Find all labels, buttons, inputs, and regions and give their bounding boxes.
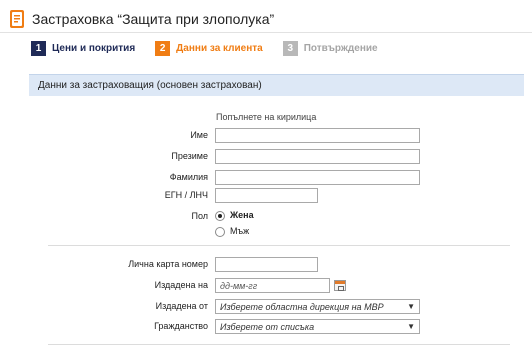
citizenship-row: Гражданство Изберете от списъка ▼: [0, 319, 532, 335]
sex-female-label[interactable]: Жена: [230, 210, 254, 220]
step-client-data: 2 Данни за клиента: [155, 41, 263, 56]
step-confirmation: 3 Потвърждение: [282, 41, 378, 56]
sex-male-label[interactable]: Мъж: [230, 226, 249, 236]
egn-input[interactable]: [215, 188, 318, 203]
cyrillic-hint: Попълнете на кирилица: [216, 112, 317, 122]
sex-female-radio[interactable]: [215, 211, 225, 221]
sex-label: Пол: [191, 211, 208, 221]
issued-by-value: Изберете областна дирекция на МВР: [220, 302, 384, 312]
issued-on-row: Издадена на дд-мм-гг: [0, 278, 532, 294]
document-icon: [10, 10, 24, 28]
issued-by-select[interactable]: Изберете областна дирекция на МВР ▼: [215, 299, 420, 314]
first-name-input[interactable]: [215, 128, 420, 143]
last-name-row: Фамилия: [0, 170, 532, 186]
section-header: Данни за застраховащия (основен застрахо…: [29, 74, 524, 96]
id-card-label: Лична карта номер: [128, 259, 208, 269]
issued-by-label: Издадена от: [155, 301, 208, 311]
issued-on-input[interactable]: дд-мм-гг: [215, 278, 330, 293]
last-name-input[interactable]: [215, 170, 420, 185]
title-divider: [0, 32, 532, 33]
step-number: 2: [155, 41, 171, 56]
first-name-label: Име: [190, 130, 208, 140]
issued-by-row: Издадена от Изберете областна дирекция н…: [0, 299, 532, 315]
bottom-divider: [48, 344, 510, 345]
dropdown-arrow-icon: ▼: [407, 322, 415, 331]
calendar-icon[interactable]: [334, 280, 346, 291]
step-prices-coverage[interactable]: 1 Цени и покрития: [31, 41, 135, 56]
step-label: Данни за клиента: [176, 43, 263, 54]
dropdown-arrow-icon: ▼: [407, 302, 415, 311]
id-card-input[interactable]: [215, 257, 318, 272]
citizenship-value: Изберете от списъка: [220, 322, 315, 332]
section-divider: [48, 245, 510, 246]
sex-row: Пол: [0, 209, 532, 225]
first-name-row: Име: [0, 128, 532, 144]
middle-name-row: Презиме: [0, 149, 532, 165]
step-indicator: 1 Цени и покрития 2 Данни за клиента 3 П…: [31, 41, 398, 56]
egn-label: ЕГН / ЛНЧ: [164, 190, 208, 200]
issued-on-label: Издадена на: [154, 280, 208, 290]
id-card-row: Лична карта номер: [0, 257, 532, 273]
sex-male-radio[interactable]: [215, 227, 225, 237]
page-title: Застраховка “Защита при злополука”: [32, 11, 275, 27]
egn-row: ЕГН / ЛНЧ: [0, 188, 532, 204]
step-number: 3: [282, 41, 298, 56]
section-title: Данни за застраховащия (основен застрахо…: [38, 80, 262, 91]
step-number: 1: [31, 41, 46, 56]
middle-name-input[interactable]: [215, 149, 420, 164]
citizenship-label: Гражданство: [154, 321, 208, 331]
step-label: Цени и покрития: [52, 43, 136, 54]
middle-name-label: Презиме: [171, 151, 208, 161]
citizenship-select[interactable]: Изберете от списъка ▼: [215, 319, 420, 334]
last-name-label: Фамилия: [169, 172, 208, 182]
page-header: Застраховка “Защита при злополука”: [8, 8, 274, 30]
step-label: Потвърждение: [303, 43, 378, 54]
